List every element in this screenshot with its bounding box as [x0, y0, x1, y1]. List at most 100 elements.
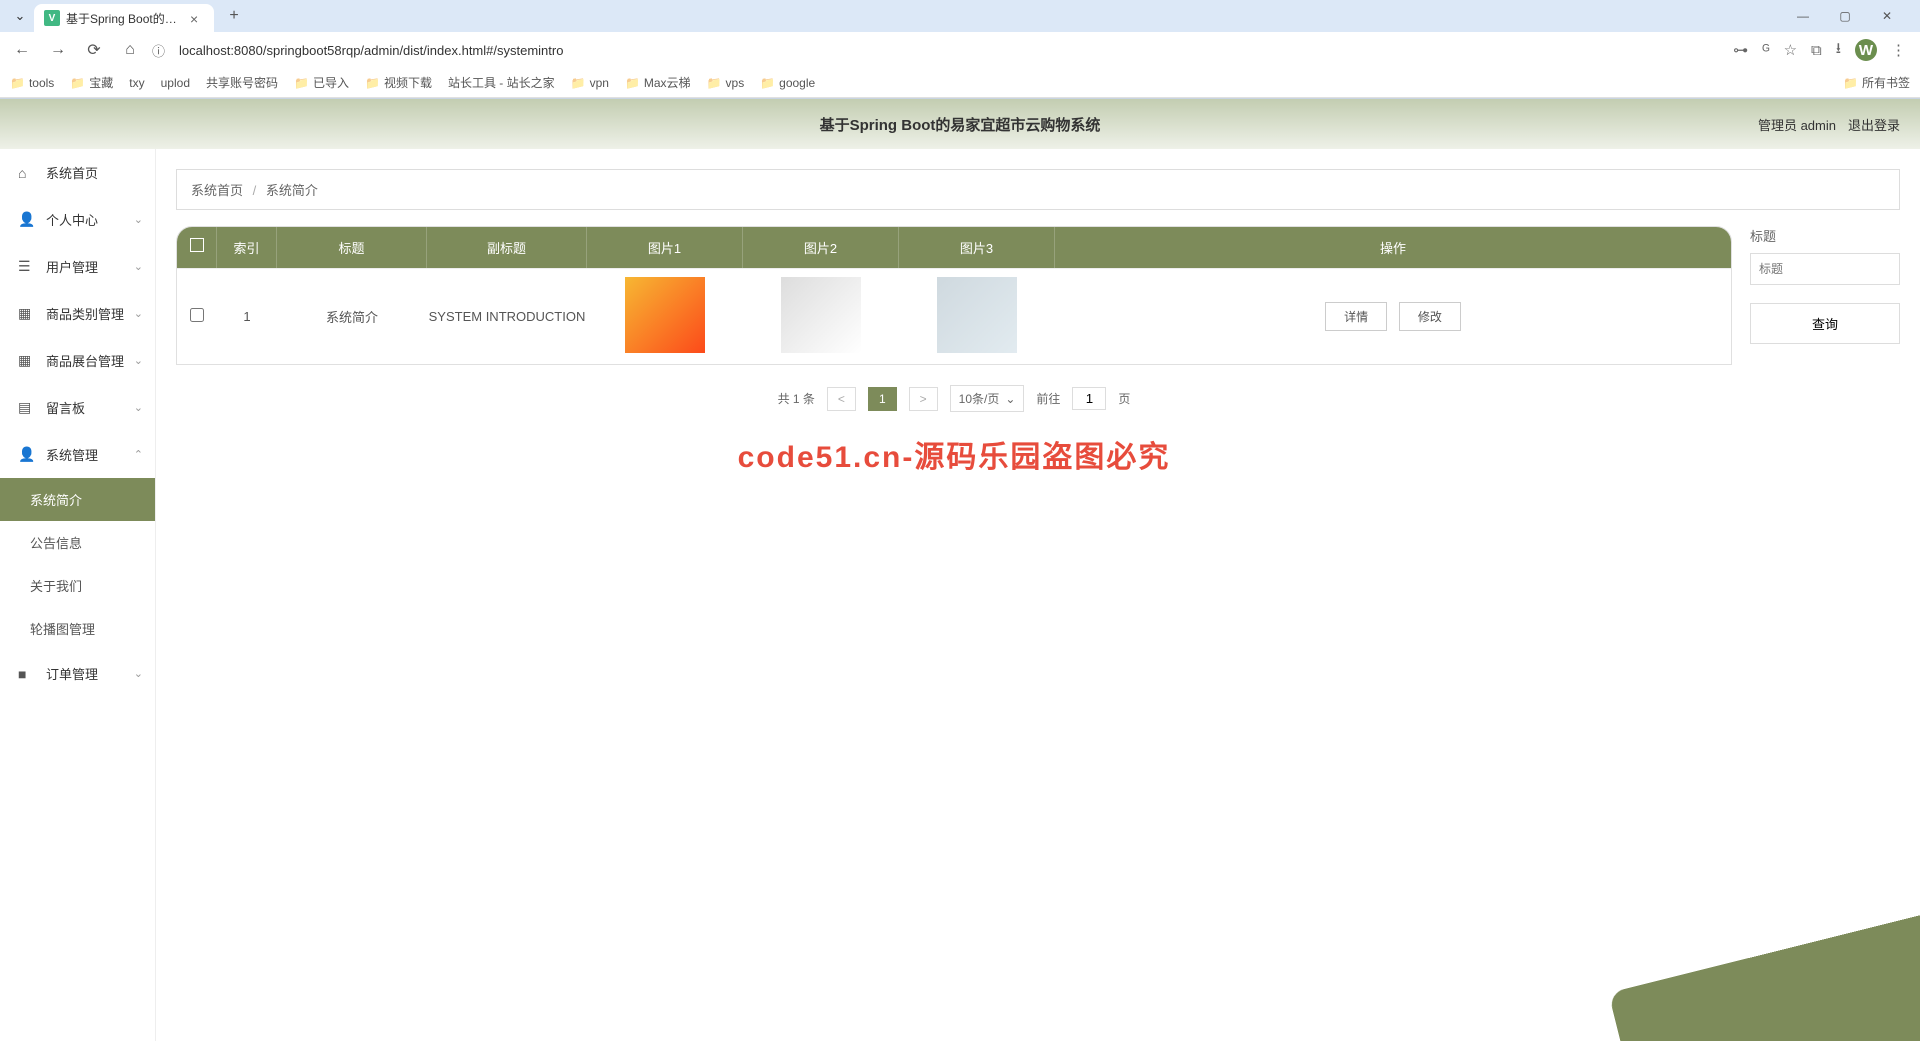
sidebar-label: 用户管理: [46, 257, 98, 276]
th-index: 索引: [217, 227, 277, 268]
bookmark-txy[interactable]: txy: [129, 76, 144, 90]
th-checkbox[interactable]: [177, 227, 217, 268]
bookmark-import[interactable]: 已导入: [294, 74, 349, 91]
sidebar-item-orders[interactable]: ■订单管理⌄: [0, 650, 155, 697]
tab-title: 基于Spring Boot的易家宜超市: [66, 10, 182, 27]
bookmark-tools[interactable]: tools: [10, 76, 54, 90]
sidebar-item-categories[interactable]: ▦ 商品类别管理 ⌄: [0, 290, 155, 337]
chevron-down-icon: ⌄: [134, 260, 143, 273]
bookmark-vpn[interactable]: vpn: [571, 76, 609, 90]
back-button[interactable]: ←: [8, 36, 36, 64]
th-image2: 图片2: [743, 227, 899, 268]
key-icon[interactable]: ⊶: [1733, 41, 1748, 59]
sidebar-label: 个人中心: [46, 210, 98, 229]
download-icon[interactable]: ⭳: [1836, 38, 1841, 63]
translate-icon[interactable]: ᴳ: [1762, 42, 1769, 59]
cell-title: 系统简介: [277, 307, 427, 326]
bookmark-vps[interactable]: vps: [707, 76, 745, 90]
menu-icon[interactable]: ⋮: [1891, 41, 1906, 59]
bookmark-baozang[interactable]: 宝藏: [70, 74, 113, 91]
close-icon[interactable]: ×: [190, 11, 204, 25]
chevron-down-icon: ⌄: [134, 401, 143, 414]
sidebar-item-system[interactable]: 👤系统管理⌃: [0, 431, 155, 478]
bookmark-max[interactable]: Max云梯: [625, 74, 691, 91]
board-icon: ▤: [18, 399, 36, 416]
image-thumbnail-1[interactable]: [625, 277, 705, 353]
sidebar-label: 系统首页: [46, 163, 98, 182]
goto-page-input[interactable]: [1072, 387, 1106, 410]
page-number-1[interactable]: 1: [868, 387, 897, 411]
goto-prefix: 前往: [1036, 390, 1060, 407]
breadcrumb: 系统首页 / 系统简介: [176, 169, 1900, 210]
page-size-select[interactable]: 10条/页⌄: [950, 385, 1025, 412]
sidebar-sub-intro[interactable]: 系统简介: [0, 478, 155, 521]
bookmark-webmaster[interactable]: 站长工具 - 站长之家: [448, 74, 555, 91]
sidebar-item-messages[interactable]: ▤留言板⌄: [0, 384, 155, 431]
table-header: 索引 标题 副标题 图片1 图片2 图片3 操作: [177, 227, 1731, 268]
sidebar-label: 订单管理: [46, 664, 98, 683]
next-page-button[interactable]: >: [909, 387, 938, 411]
bookmark-video[interactable]: 视频下载: [365, 74, 432, 91]
home-button[interactable]: ⌂: [116, 36, 144, 64]
image-thumbnail-2[interactable]: [781, 277, 861, 353]
chevron-down-icon: ⌄: [134, 667, 143, 680]
pagination-total: 共 1 条: [778, 390, 815, 407]
detail-button[interactable]: 详情: [1325, 302, 1387, 331]
sidebar-sub-about[interactable]: 关于我们: [0, 564, 155, 607]
sidebar-sub-carousel[interactable]: 轮播图管理: [0, 607, 155, 650]
minimize-button[interactable]: —: [1788, 2, 1818, 30]
search-label: 标题: [1750, 226, 1900, 245]
reload-button[interactable]: ⟳: [80, 36, 108, 64]
profile-avatar[interactable]: W: [1855, 39, 1877, 61]
edit-button[interactable]: 修改: [1399, 302, 1461, 331]
th-image3: 图片3: [899, 227, 1055, 268]
th-image1: 图片1: [587, 227, 743, 268]
bookmark-bar: tools 宝藏 txy uplod 共享账号密码 已导入 视频下载 站长工具 …: [0, 68, 1920, 98]
home-icon: ⌂: [18, 165, 36, 181]
sidebar-label: 商品类别管理: [46, 304, 124, 323]
bookmark-google[interactable]: google: [760, 76, 815, 90]
image-thumbnail-3[interactable]: [937, 277, 1017, 353]
extensions-icon[interactable]: ⧉: [1811, 42, 1822, 59]
search-button[interactable]: 查询: [1750, 303, 1900, 344]
chevron-down-icon: ⌄: [134, 307, 143, 320]
sidebar: ⌂系统首页 👤个人中心⌄ ☰用户管理⌄ ▦商品类别管理⌄ ▦商品展台管理⌄ ▤留…: [0, 149, 156, 1041]
sidebar-item-home[interactable]: ⌂ 系统首页: [0, 149, 155, 196]
bookmark-star-icon[interactable]: ☆: [1784, 41, 1797, 59]
row-checkbox[interactable]: [190, 308, 204, 322]
prev-page-button[interactable]: <: [827, 387, 856, 411]
forward-button[interactable]: →: [44, 36, 72, 64]
search-panel: 标题 查询: [1750, 226, 1900, 476]
maximize-button[interactable]: ▢: [1830, 2, 1860, 30]
search-input[interactable]: [1750, 253, 1900, 285]
bookmark-uplod[interactable]: uplod: [161, 76, 190, 90]
sidebar-sub-notice[interactable]: 公告信息: [0, 521, 155, 564]
tab-dropdown[interactable]: ⌄: [8, 4, 32, 28]
site-info-icon[interactable]: ⓘ: [152, 41, 165, 60]
close-window-button[interactable]: ✕: [1872, 2, 1902, 30]
data-table: 索引 标题 副标题 图片1 图片2 图片3 操作 1 系统简介 SYSTEM I…: [176, 226, 1732, 365]
grid-icon: ▦: [18, 305, 36, 322]
sidebar-item-profile[interactable]: 👤 个人中心 ⌄: [0, 196, 155, 243]
vue-favicon: V: [44, 10, 60, 26]
th-actions: 操作: [1055, 227, 1731, 268]
new-tab-button[interactable]: +: [220, 2, 248, 30]
user-icon: 👤: [18, 211, 36, 228]
all-bookmarks[interactable]: 所有书签: [1843, 74, 1910, 91]
th-title: 标题: [277, 227, 427, 268]
browser-tab[interactable]: V 基于Spring Boot的易家宜超市 ×: [34, 4, 214, 32]
grid-icon: ▦: [18, 352, 36, 369]
chevron-down-icon: ⌄: [134, 213, 143, 226]
breadcrumb-root[interactable]: 系统首页: [191, 183, 243, 198]
cell-index: 1: [217, 309, 277, 324]
user-label[interactable]: 管理员 admin: [1758, 115, 1836, 134]
sidebar-label: 系统管理: [46, 445, 98, 464]
address-url[interactable]: localhost:8080/springboot58rqp/admin/dis…: [173, 43, 1719, 58]
sidebar-label: 商品展台管理: [46, 351, 124, 370]
bookmark-share[interactable]: 共享账号密码: [206, 74, 278, 91]
chevron-down-icon: ⌄: [134, 354, 143, 367]
sidebar-item-users[interactable]: ☰用户管理⌄: [0, 243, 155, 290]
sidebar-item-products[interactable]: ▦ 商品展台管理 ⌄: [0, 337, 155, 384]
logout-link[interactable]: 退出登录: [1848, 115, 1900, 134]
table-row: 1 系统简介 SYSTEM INTRODUCTION 详情 修改: [177, 268, 1731, 364]
